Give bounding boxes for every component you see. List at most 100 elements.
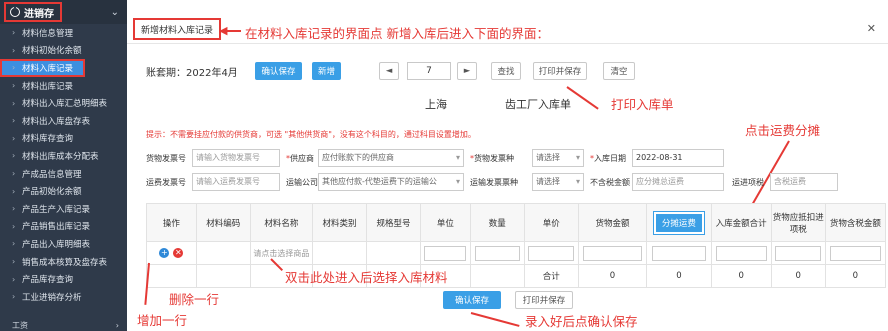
cell-inbound-total <box>710 241 772 265</box>
goods-invoice-no-input[interactable]: 请输入货物发票号 <box>192 149 280 167</box>
sidebar-item-label: 材料出入库汇总明细表 <box>22 99 108 110</box>
sidebar-item-chanpin-kucun[interactable]: › 产品库存查询 <box>0 270 127 288</box>
annotation-arrow <box>566 86 599 110</box>
unit-input[interactable] <box>424 245 467 261</box>
supplier-select[interactable]: 应付账款下的供应商 <box>318 149 464 167</box>
sidebar-item-chanpin-mingxi[interactable]: › 产品出入库明细表 <box>0 235 127 253</box>
app-root: 进销存 ⌄ › 材料信息管理 › 材料初始化余额 › 材料入库记录 › 材料出库记录 ›… <box>0 0 888 331</box>
hint-text: 提示：不需要挂应付款的供货商，可选 "其他供货商"，没有这个科目的，通过科目设置… <box>146 130 476 139</box>
annotation-new-inbound: 在材料入库记录的界面点 新增入库后进入下面的界面： <box>245 26 549 41</box>
cell-deductible-tax <box>770 241 826 265</box>
sidebar-item-churuku-huizong[interactable]: › 材料出入库汇总明细表 <box>0 94 127 112</box>
annotation-select-material: 双击此处进入后选择入库材料 <box>285 270 448 285</box>
cell-empty <box>469 264 525 288</box>
col-header-unit-price: 单价 <box>523 203 579 242</box>
sidebar-item-label: 工业进销存分析 <box>22 292 82 303</box>
in-date-input[interactable]: 2022-08-31 <box>632 149 724 167</box>
cell-material-code[interactable] <box>195 241 251 265</box>
deductible-tax-input[interactable] <box>775 245 822 261</box>
table-row: + ✕ 请点击选择商品 <box>146 241 887 265</box>
col-header-material-name: 材料名称 <box>249 203 314 242</box>
supplier-label: *供应商 <box>286 154 314 163</box>
chevron-right-icon: › <box>115 320 119 330</box>
sidebar-item-cailiao-xinxi[interactable]: › 材料信息管理 <box>0 24 127 42</box>
sidebar-item-kucun-chaxun[interactable]: › 材料库存查询 <box>0 130 127 148</box>
sidebar-item-cailiao-chushi[interactable]: › 材料初始化余额 <box>0 42 127 60</box>
sidebar-item-label: 产品销售出库记录 <box>22 222 91 233</box>
cell-material-name[interactable]: 请点击选择商品 <box>249 241 314 265</box>
bottom-print-save-button[interactable]: 打印并保存 <box>515 291 573 309</box>
chevron-right-icon: › <box>12 274 16 284</box>
close-icon[interactable]: ✕ <box>867 22 876 35</box>
annotation-add-row: 增加一行 <box>137 313 188 328</box>
annotation-arrow-head: ◀ <box>219 24 228 37</box>
form-row-freight: 运费发票号 请输入运费发票号 运输公司 其他应付款-代垫运费下的运输公 运输发票… <box>146 173 881 193</box>
freight-tax-input[interactable]: 含税运费 <box>770 173 838 191</box>
freight-invoice-no-input[interactable]: 请输入运费发票号 <box>192 173 280 191</box>
delete-row-icon[interactable]: ✕ <box>173 248 184 258</box>
freight-invoice-type-select[interactable]: 请选择 <box>532 173 584 191</box>
inbound-total-input[interactable] <box>715 245 767 261</box>
sidebar-item-chanchengpin-xinxi[interactable]: › 产成品信息管理 <box>0 165 127 183</box>
sidebar-item-xiaoshou-chuku[interactable]: › 产品销售出库记录 <box>0 218 127 236</box>
sidebar-item-shengchan-ruku[interactable]: › 产品生产入库记录 <box>0 200 127 218</box>
no-tax-amount-input[interactable]: 应分摊总运费 <box>632 173 724 191</box>
total-goods-tax-incl: 0 <box>824 264 887 288</box>
chevron-right-icon: › <box>12 98 16 108</box>
tab-add-material-inbound[interactable]: 新增材料入库记录 <box>133 18 222 40</box>
goods-invoice-type-select[interactable]: 请选择 <box>532 149 584 167</box>
sidebar-module-jinxiaocun[interactable]: 进销存 <box>4 2 62 22</box>
freight-invoice-no-label: 运费发票号 <box>146 178 186 187</box>
sidebar-item-cailiao-chuku[interactable]: › 材料出库记录 <box>0 77 127 95</box>
chevron-down-icon[interactable]: ⌄ <box>111 7 119 18</box>
quantity-input[interactable] <box>474 245 521 261</box>
col-header-material-code: 材料编码 <box>195 203 251 242</box>
col-header-material-category: 材料类别 <box>312 203 368 242</box>
bottom-confirm-save-button[interactable]: 确认保存 <box>443 291 501 309</box>
toolbar: 账套期：2022年4月 确认保存 新增 ◄ 7 ► 查找 打印并保存 清空 <box>127 62 888 82</box>
freight-allocation-button[interactable]: 分摊运费 <box>652 210 705 235</box>
supplier-label-text: 供应商 <box>290 154 314 163</box>
total-deductible-tax: 0 <box>770 264 826 288</box>
cell-operation: + ✕ <box>146 241 197 265</box>
page-number-input[interactable]: 7 <box>407 62 451 80</box>
doc-city: 上海 <box>425 98 447 111</box>
goods-tax-incl-input[interactable] <box>829 245 881 261</box>
find-button[interactable]: 查找 <box>491 62 521 80</box>
sidebar-item-churuku-pancun[interactable]: › 材料出入库盘存表 <box>0 112 127 130</box>
sidebar-item-chanpin-chushi[interactable]: › 产品初始化余额 <box>0 182 127 200</box>
inbound-items-table: 操作 材料编码 材料名称 材料类别 规格型号 单位 数量 单价 货物金额 分摊运… <box>146 203 887 288</box>
goods-amount-input[interactable] <box>583 245 642 261</box>
sidebar-item-gongzi[interactable]: 工资 › <box>0 319 127 331</box>
sidebar-item-chengben-fenpei[interactable]: › 材料出库成本分配表 <box>0 147 127 165</box>
col-header-inbound-total: 入库金额合计 <box>710 203 772 242</box>
chevron-right-icon: › <box>12 186 16 196</box>
transport-co-select[interactable]: 其他应付款-代垫运费下的运输公 <box>318 173 464 191</box>
total-goods-amount: 0 <box>577 264 648 288</box>
sidebar-item-xiaoshou-chengben[interactable]: › 销售成本核算及盘存表 <box>0 253 127 271</box>
col-header-goods-amount: 货物金额 <box>577 203 648 242</box>
sidebar-item-label: 产品生产入库记录 <box>22 204 91 215</box>
add-row-icon[interactable]: + <box>159 248 170 258</box>
col-header-quantity: 数量 <box>469 203 525 242</box>
sidebar-item-fenxi[interactable]: › 工业进销存分析 <box>0 288 127 306</box>
col-header-unit: 单位 <box>419 203 471 242</box>
clear-button[interactable]: 清空 <box>603 62 635 80</box>
sidebar-item-label: 产品库存查询 <box>22 275 74 286</box>
sidebar-header: 进销存 ⌄ <box>0 0 127 24</box>
cell-unit <box>419 241 471 265</box>
print-save-button[interactable]: 打印并保存 <box>533 62 587 80</box>
sidebar-item-label: 材料出入库盘存表 <box>22 116 91 127</box>
col-header-deductible-tax: 货物应抵扣进项税 <box>770 203 826 242</box>
select-product-placeholder: 请点击选择商品 <box>253 248 310 258</box>
add-button[interactable]: 新增 <box>312 62 341 80</box>
chevron-right-icon: › <box>12 81 16 91</box>
prev-page-button[interactable]: ◄ <box>379 62 399 80</box>
chevron-right-icon: › <box>12 169 16 179</box>
freight-alloc-input[interactable] <box>651 245 707 261</box>
next-page-button[interactable]: ► <box>457 62 477 80</box>
goods-invoice-no-label: 货物发票号 <box>146 154 186 163</box>
unit-price-input[interactable] <box>528 245 575 261</box>
sidebar-item-cailiao-ruku[interactable]: › 材料入库记录 <box>0 59 85 77</box>
confirm-save-button[interactable]: 确认保存 <box>255 62 302 80</box>
